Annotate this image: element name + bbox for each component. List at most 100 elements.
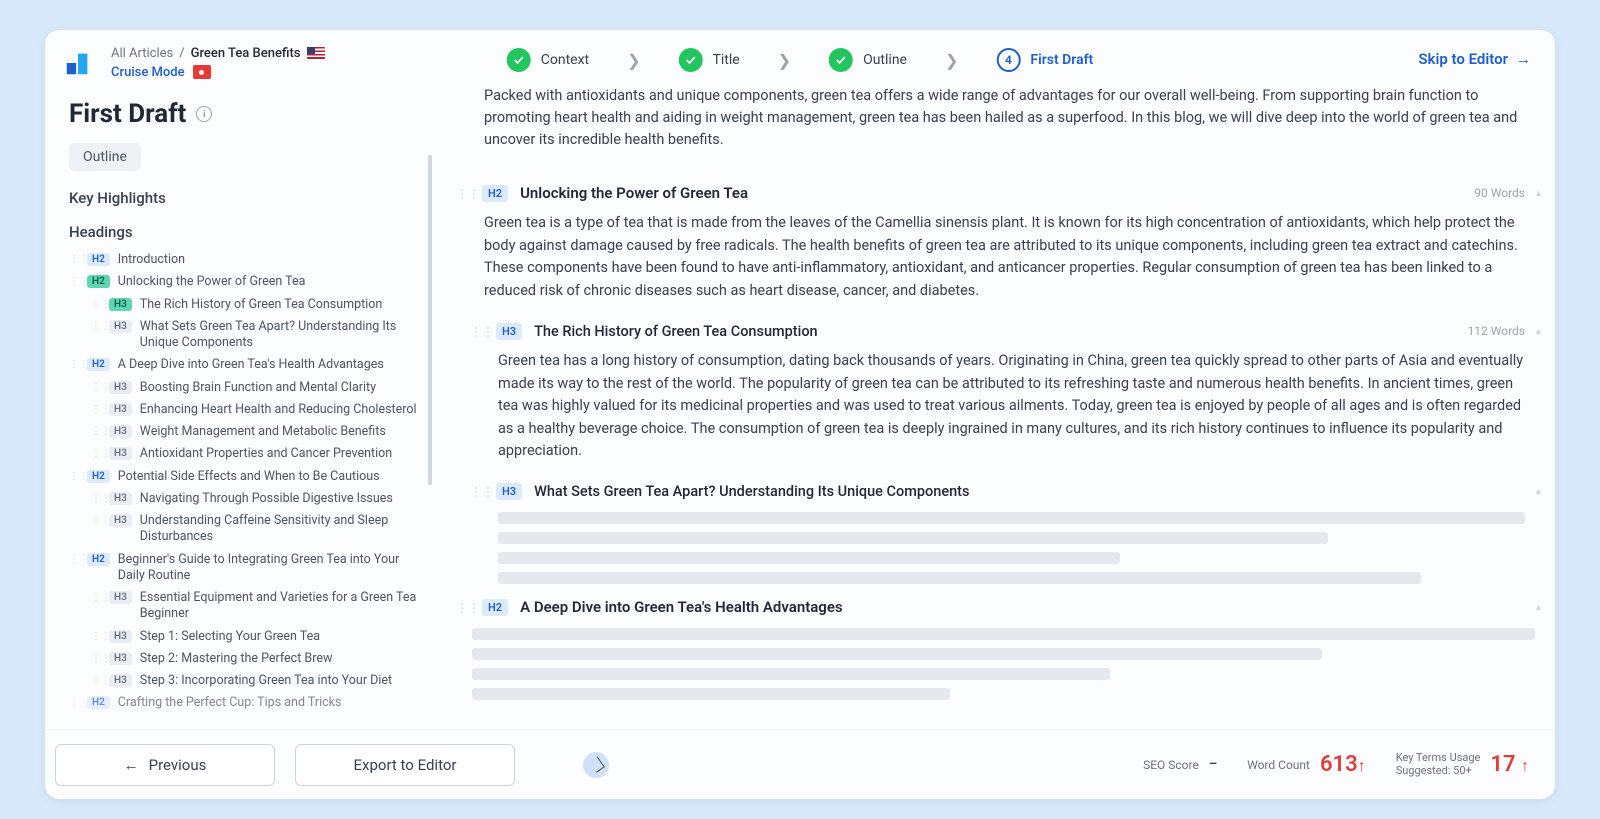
drag-handle-icon[interactable]: ⋮⋮	[69, 471, 79, 482]
step-title[interactable]: Title	[679, 48, 740, 72]
tree-item-h2[interactable]: ⋮⋮H2Introduction	[69, 249, 424, 271]
section-body[interactable]: Green tea is a type of tea that is made …	[484, 202, 1535, 308]
skeleton-line	[498, 572, 1421, 584]
tree-item-label: Essential Equipment and Varieties for a …	[140, 590, 424, 623]
key-terms-value: 17 ↑	[1490, 752, 1529, 777]
info-icon[interactable]: i	[196, 106, 212, 122]
drag-handle-icon[interactable]: ⋮⋮	[91, 631, 101, 642]
app-window: All Articles / Green Tea Benefits Cruise…	[45, 30, 1555, 799]
drag-handle-icon[interactable]: ⋮⋮	[91, 321, 101, 332]
record-icon	[193, 65, 211, 79]
drag-handle-icon[interactable]: ⋮⋮	[470, 485, 480, 499]
section-title[interactable]: A Deep Dive into Green Tea's Health Adva…	[520, 598, 843, 616]
tree-item-h3[interactable]: ⋮⋮H3Understanding Caffeine Sensitivity a…	[69, 510, 424, 549]
h2-tag: H2	[482, 185, 508, 202]
breadcrumb-current[interactable]: Green Tea Benefits	[191, 46, 301, 61]
chevron-up-icon[interactable]: ▴	[1536, 188, 1541, 199]
drag-handle-icon[interactable]: ⋮⋮	[91, 382, 101, 393]
step-label: First Draft	[1030, 52, 1093, 68]
skeleton-line	[472, 628, 1535, 640]
tree-item-label: Crafting the Perfect Cup: Tips and Trick…	[118, 695, 342, 711]
chevron-up-icon[interactable]: ▴	[1536, 486, 1541, 497]
h3-tag: H3	[109, 381, 132, 394]
section-h3: ⋮⋮ H3 What Sets Green Tea Apart? Underst…	[498, 482, 1535, 584]
step-outline[interactable]: Outline	[829, 48, 907, 72]
export-to-editor-button[interactable]: Export to Editor	[295, 744, 515, 786]
tree-item-label: Enhancing Heart Health and Reducing Chol…	[140, 402, 417, 418]
tree-item-h3[interactable]: ⋮⋮H3Enhancing Heart Health and Reducing …	[69, 399, 424, 421]
drag-handle-icon[interactable]: ⋮⋮	[91, 592, 101, 603]
section-title[interactable]: Unlocking the Power of Green Tea	[520, 184, 748, 202]
tree-item-h3[interactable]: ⋮⋮ H3 Essential Equipment and Varieties fo…	[69, 587, 424, 626]
tree-item-label: A Deep Dive into Green Tea's Health Adva…	[118, 357, 384, 373]
key-highlights-link[interactable]: Key Highlights	[69, 185, 424, 217]
outline-tab[interactable]: Outline	[69, 143, 141, 171]
section-title[interactable]: What Sets Green Tea Apart? Understanding…	[534, 483, 969, 500]
loading-skeleton	[498, 512, 1535, 584]
tree-item-h3[interactable]: ⋮⋮H3Step 3: Incorporating Green Tea into…	[69, 670, 424, 692]
chevron-right-icon: ❯	[778, 51, 791, 70]
footer-bar: ← Previous Export to Editor SEO Score – …	[45, 729, 1555, 799]
tree-item-h2[interactable]: ⋮⋮H2Crafting the Perfect Cup: Tips and T…	[69, 692, 424, 714]
h3-tag: H3	[109, 630, 132, 643]
tree-item-h3[interactable]: ⋮⋮H3Step 1: Selecting Your Green Tea	[69, 626, 424, 648]
headings-label: Headings	[69, 217, 424, 249]
drag-handle-icon[interactable]: ⋮⋮	[69, 554, 79, 565]
chevron-up-icon[interactable]: ▴	[1536, 602, 1541, 613]
tree-item-h3[interactable]: ⋮⋮H3Antioxidant Properties and Cancer Pr…	[69, 443, 424, 465]
word-count-badge: 112 Words	[1468, 324, 1525, 338]
h3-tag: H3	[109, 591, 132, 604]
drag-handle-icon[interactable]: ⋮⋮	[456, 187, 466, 201]
drag-handle-icon[interactable]: ⋮⋮	[91, 493, 101, 504]
tree-item-h3[interactable]: ⋮⋮H3Step 2: Mastering the Perfect Brew	[69, 648, 424, 670]
drag-handle-icon[interactable]: ⋮⋮	[91, 653, 101, 664]
drag-handle-icon[interactable]: ⋮⋮	[91, 404, 101, 415]
step-first-draft[interactable]: 4 First Draft	[996, 48, 1093, 72]
tree-item-h3[interactable]: ⋮⋮H3Weight Management and Metabolic Bene…	[69, 421, 424, 443]
drag-handle-icon[interactable]: ⋮⋮	[470, 325, 480, 339]
tree-item-label: Beginner's Guide to Integrating Green Te…	[118, 552, 424, 585]
stat-sublabel: Suggested: 50+	[1396, 765, 1481, 777]
tree-item-h2[interactable]: ⋮⋮H2A Deep Dive into Green Tea's Health …	[69, 354, 424, 376]
tree-item-h3[interactable]: ⋮⋮H3The Rich History of Green Tea Consum…	[69, 294, 424, 316]
skeleton-line	[498, 512, 1525, 524]
skeleton-line	[498, 532, 1328, 544]
skip-to-editor-button[interactable]: Skip to Editor →	[1418, 50, 1531, 68]
drag-handle-icon[interactable]: ⋮⋮	[456, 601, 466, 615]
flag-us-icon	[307, 47, 325, 59]
drag-handle-icon[interactable]: ⋮⋮	[91, 675, 101, 686]
chevron-up-icon[interactable]: ▴	[1536, 326, 1541, 337]
tree-item-h2[interactable]: ⋮⋮H2Unlocking the Power of Green Tea	[69, 271, 424, 293]
tree-item-label: Unlocking the Power of Green Tea	[118, 274, 306, 290]
word-count-stat: Word Count 613↑	[1247, 752, 1366, 777]
section-title[interactable]: The Rich History of Green Tea Consumptio…	[534, 323, 818, 340]
h3-tag: H3	[109, 320, 132, 333]
breadcrumb-root[interactable]: All Articles	[111, 46, 173, 61]
previous-button[interactable]: ← Previous	[55, 744, 275, 786]
arrow-left-icon: ←	[124, 756, 139, 774]
step-context[interactable]: Context	[507, 48, 589, 72]
tree-item-h2[interactable]: ⋮⋮ H2 Beginner's Guide to Integrating Gree…	[69, 549, 424, 588]
drag-handle-icon[interactable]: ⋮⋮	[69, 359, 79, 370]
drag-handle-icon[interactable]: ⋮⋮	[69, 276, 79, 287]
drag-handle-icon[interactable]: ⋮⋮	[69, 697, 79, 708]
tree-item-h2[interactable]: ⋮⋮H2Potential Side Effects and When to B…	[69, 466, 424, 488]
h2-tag: H2	[87, 553, 110, 566]
section-body[interactable]: Green tea has a long history of consumpt…	[498, 340, 1535, 468]
drag-handle-icon[interactable]: ⋮⋮	[91, 515, 101, 526]
stepper: Context ❯ Title ❯ Outline ❯ 4 First Draf…	[507, 48, 1094, 72]
tree-item-label: Weight Management and Metabolic Benefits	[140, 424, 386, 440]
tree-item-h3[interactable]: ⋮⋮H3Navigating Through Possible Digestiv…	[69, 488, 424, 510]
tree-item-h3[interactable]: ⋮⋮H3What Sets Green Tea Apart? Understan…	[69, 316, 424, 355]
drag-handle-icon[interactable]: ⋮⋮	[69, 254, 79, 265]
cruise-mode-link[interactable]: Cruise Mode	[111, 65, 185, 80]
tree-item-label: The Rich History of Green Tea Consumptio…	[140, 297, 382, 313]
tree-item-h3[interactable]: ⋮⋮H3Boosting Brain Function and Mental C…	[69, 377, 424, 399]
arrow-up-icon: ↑	[1358, 756, 1366, 775]
scrollbar-thumb[interactable]	[428, 155, 432, 485]
drag-handle-icon[interactable]: ⋮⋮	[91, 299, 101, 310]
stat-label: Word Count	[1247, 758, 1310, 772]
drag-handle-icon[interactable]: ⋮⋮	[91, 448, 101, 459]
drag-handle-icon[interactable]: ⋮⋮	[91, 426, 101, 437]
h2-tag: H2	[482, 599, 508, 616]
